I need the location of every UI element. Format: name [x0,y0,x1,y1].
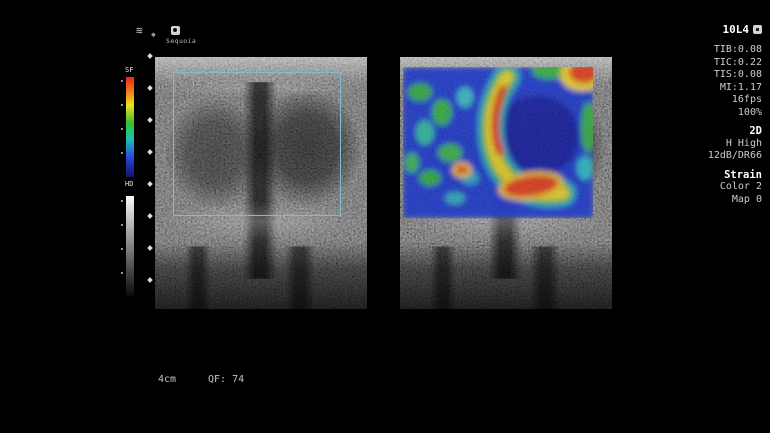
transducer-icon [753,25,762,34]
scale-tick [121,224,123,226]
param-tic: TIC:0.22 [708,57,762,70]
depth-marker [147,149,153,155]
depth-marker [147,245,153,251]
depth-marker [147,85,153,91]
parameter-panel: TIB:0.08 TIC:0.22 TIS:0.08 MI:1.17 16fps… [708,44,762,206]
bmode-image-panel [155,57,367,309]
transducer-label: 10L4 [723,23,750,36]
scale-tick [121,200,123,202]
depth-marker [147,277,153,283]
depth-marker [147,181,153,187]
param-fps: 16fps [708,94,762,107]
sequoia-logo-icon [171,26,180,35]
strain-header: Strain [708,169,762,182]
mode-2d-header: 2D [708,125,762,138]
grayscale-bar [126,196,134,296]
elasto-overlay [403,59,604,218]
depth-marker [147,53,153,59]
param-tis: TIS:0.08 [708,69,762,82]
elasto-color-scale [126,77,134,177]
quality-factor-label: QF: 74 [208,374,244,385]
roi-box[interactable] [173,72,341,216]
param-power: 100% [708,107,762,120]
transducer-block: 10L4 [723,23,763,36]
param-db-dr: 12dB/DR66 [708,150,762,163]
elasto-image [400,57,612,309]
depth-label: 4cm [158,374,176,385]
param-mi: MI:1.17 [708,82,762,95]
scale-tick [121,272,123,274]
scale-tick [121,80,123,82]
elasto-scale-bottom-label: HD [125,180,133,188]
scale-tick [121,104,123,106]
marker-icon: ❖ [151,30,156,39]
brand-block: Sequoia [166,26,212,45]
depth-marker [147,213,153,219]
param-map: Map 0 [708,194,762,207]
elasto-scale-top-label: SF [125,66,133,74]
param-tib: TIB:0.08 [708,44,762,57]
param-color: Color 2 [708,181,762,194]
brand-label: Sequoia [166,37,212,45]
scale-tick [121,128,123,130]
param-h-high: H High [708,138,762,151]
scale-tick [121,152,123,154]
elasto-image-panel [400,57,612,309]
depth-marker [147,117,153,123]
wave-icon: ≋ [136,24,143,37]
scale-tick [121,248,123,250]
ultrasound-screen: ≋ ❖ Sequoia 10L4 TIB:0.08 TIC:0.22 TIS:0… [0,0,770,433]
